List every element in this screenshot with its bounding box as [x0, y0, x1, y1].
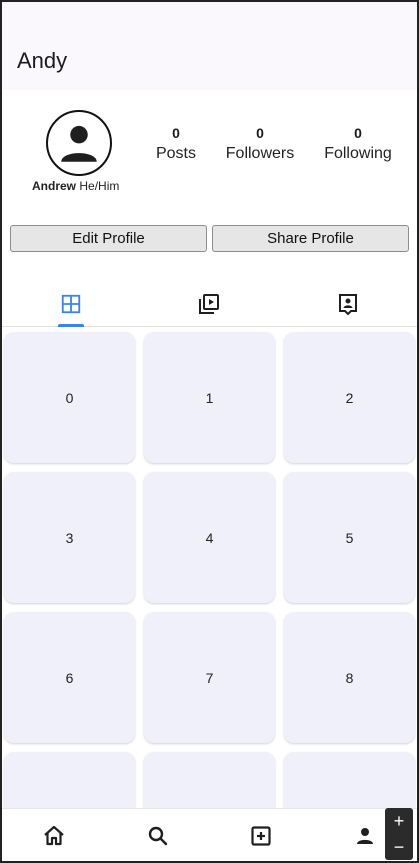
- home-icon: [44, 825, 64, 846]
- phone-screen: Andy Andrew He/Him 0 Posts 0 Followers 0…: [0, 0, 419, 863]
- tagged-user-icon: [338, 294, 357, 316]
- nav-home[interactable]: [2, 809, 106, 861]
- stat-followers-value: 0: [256, 125, 264, 141]
- zoom-out-button[interactable]: −: [394, 838, 405, 856]
- grid-tile[interactable]: 3: [4, 472, 135, 603]
- profile-header: Andrew He/Him 0 Posts 0 Followers 0 Foll…: [2, 90, 417, 210]
- grid-tile[interactable]: [4, 752, 135, 808]
- status-bar: [2, 2, 417, 32]
- stat-posts[interactable]: 0 Posts: [152, 125, 200, 163]
- share-profile-button[interactable]: Share Profile: [212, 225, 409, 252]
- add-box-icon: [251, 826, 271, 846]
- nav-search[interactable]: [106, 809, 210, 861]
- video-library-icon: [199, 294, 220, 314]
- nav-create[interactable]: [210, 809, 314, 861]
- search-icon: [148, 826, 167, 846]
- person-icon: [61, 125, 97, 162]
- stat-followers-label: Followers: [225, 145, 295, 162]
- grid-tile[interactable]: 0: [4, 332, 135, 463]
- bottom-navigation: [2, 808, 417, 861]
- grid-tile[interactable]: 8: [284, 612, 415, 743]
- stat-following-label: Following: [324, 145, 392, 162]
- grid-tile[interactable]: 5: [284, 472, 415, 603]
- tab-tagged[interactable]: [279, 282, 417, 326]
- grid-tile[interactable]: 7: [144, 612, 275, 743]
- person-icon: [357, 828, 374, 844]
- profile-tabs: [2, 282, 417, 327]
- grid-tile[interactable]: [284, 752, 415, 808]
- posts-grid: 0 1 2 3 4 5 6 7 8: [2, 327, 417, 808]
- grid-tile[interactable]: 4: [144, 472, 275, 603]
- page-title: Andy: [17, 48, 68, 73]
- profile-pronouns: He/Him: [79, 179, 120, 193]
- zoom-in-button[interactable]: +: [394, 812, 405, 830]
- tab-posts-grid[interactable]: [2, 282, 140, 327]
- grid-tile[interactable]: 6: [4, 612, 135, 743]
- grid-tile[interactable]: 1: [144, 332, 275, 463]
- stat-following-value: 0: [354, 125, 362, 141]
- avatar[interactable]: [46, 110, 112, 176]
- profile-name: Andrew: [32, 179, 77, 193]
- stat-posts-value: 0: [172, 125, 180, 141]
- stat-followers[interactable]: 0 Followers: [222, 125, 298, 163]
- edit-profile-button[interactable]: Edit Profile: [10, 225, 207, 252]
- stat-following[interactable]: 0 Following: [320, 125, 396, 163]
- profile-name-line: Andrew He/Him: [32, 179, 119, 193]
- app-bar: Andy: [2, 32, 417, 90]
- grid-tile[interactable]: 2: [284, 332, 415, 463]
- grid-tile[interactable]: [144, 752, 275, 808]
- stat-posts-label: Posts: [155, 145, 196, 162]
- tab-reels[interactable]: [140, 282, 278, 326]
- grid-icon: [61, 294, 81, 314]
- zoom-control: + −: [385, 808, 413, 860]
